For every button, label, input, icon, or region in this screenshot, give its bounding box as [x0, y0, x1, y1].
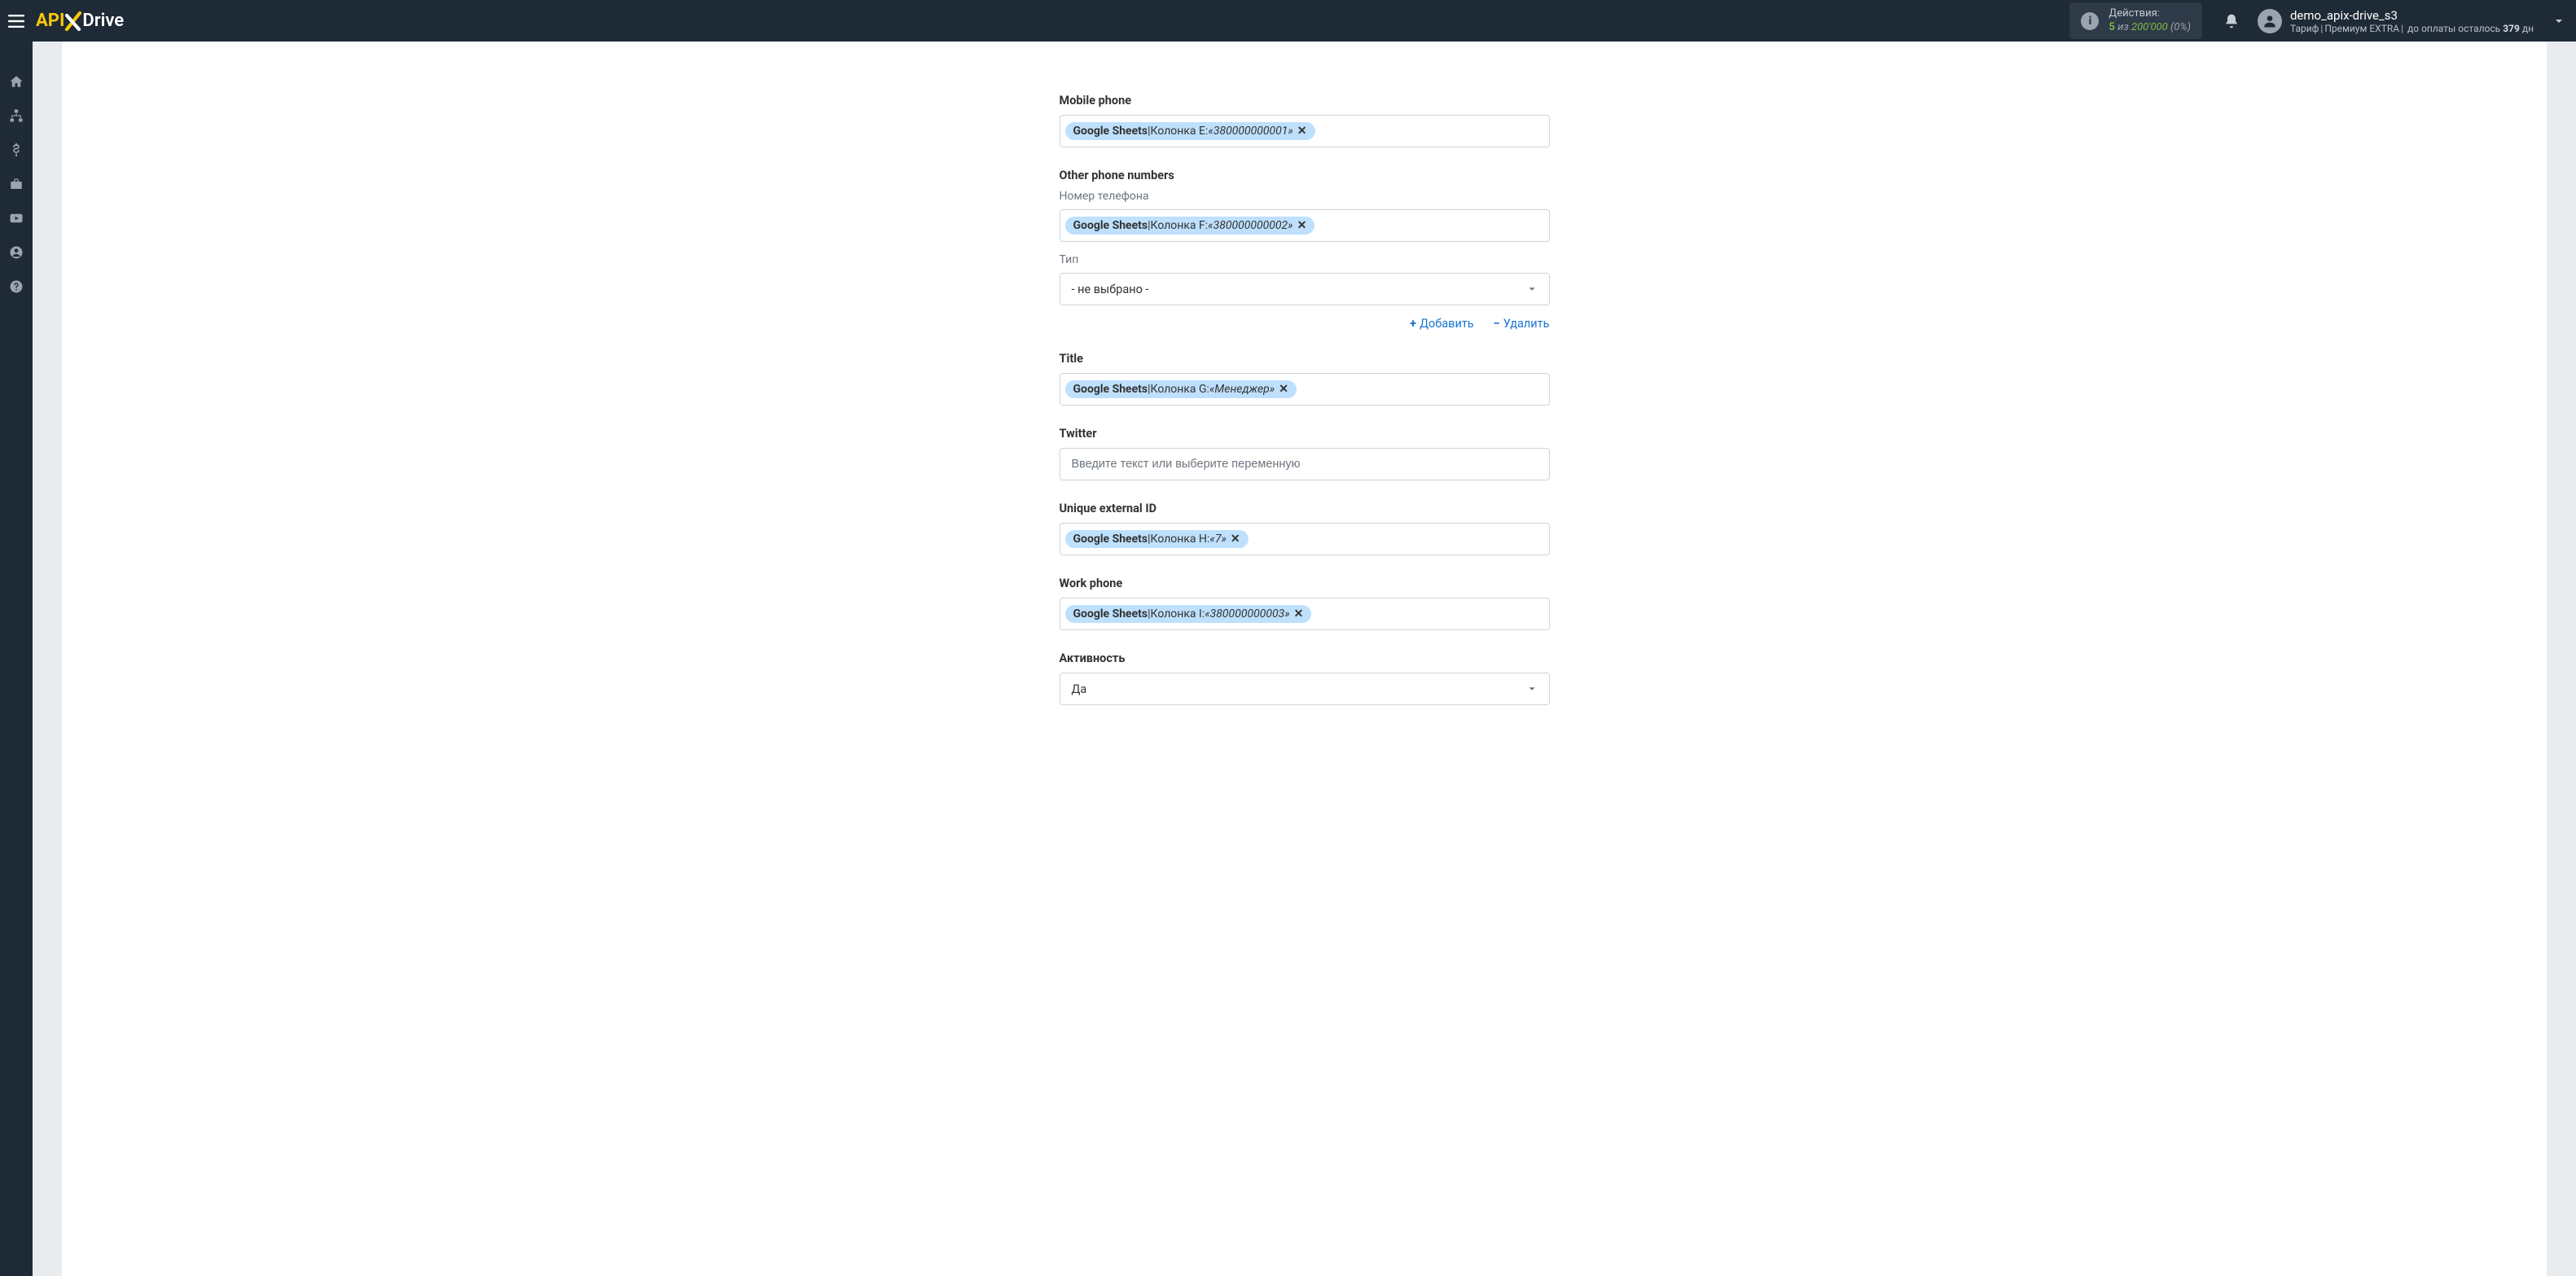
sidebar-item-video[interactable] — [0, 201, 33, 235]
variable-tag[interactable]: Google Sheets | Колонка I: «380000000003… — [1065, 605, 1312, 623]
chevron-down-icon — [1526, 683, 1538, 695]
app-header: API Drive i Действия: 5 из 200'000 (0%) … — [0, 0, 2576, 42]
notifications-button[interactable] — [2217, 13, 2246, 29]
actions-percent: (0%) — [2170, 21, 2191, 33]
field-title: Title Google Sheets | Колонка G: «Менедж… — [1060, 352, 1550, 406]
field-input[interactable]: Google Sheets | Колонка F: «380000000002… — [1060, 209, 1550, 242]
user-plan: Тариф|Премиум EXTRA| до оплаты осталось … — [2290, 23, 2534, 34]
add-button[interactable]: +Добавить — [1410, 317, 1474, 331]
user-menu-toggle[interactable] — [2542, 15, 2576, 28]
sidebar — [0, 42, 33, 1276]
actions-counter[interactable]: i Действия: 5 из 200'000 (0%) — [2069, 2, 2202, 39]
actions-label: Действия: — [2109, 7, 2191, 20]
hamburger-icon — [8, 15, 24, 28]
field-other-phone: Other phone numbers Номер телефона Googl… — [1060, 169, 1550, 331]
field-label: Активность — [1060, 651, 1550, 665]
select-value: Да — [1072, 682, 1087, 696]
activity-select[interactable]: Да — [1060, 673, 1550, 705]
dollar-icon — [9, 143, 24, 157]
field-label: Other phone numbers — [1060, 169, 1550, 182]
variable-tag[interactable]: Google Sheets | Колонка E: «380000000001… — [1065, 122, 1315, 140]
menu-button[interactable] — [0, 0, 33, 42]
remove-tag-icon[interactable]: ✕ — [1297, 219, 1307, 232]
field-sublabel: Тип — [1060, 253, 1550, 266]
logo[interactable]: API Drive — [36, 11, 124, 31]
chevron-down-icon — [2552, 15, 2565, 28]
variable-tag[interactable]: Google Sheets | Колонка G: «Менеджер»✕ — [1065, 380, 1297, 398]
variable-tag[interactable]: Google Sheets | Колонка H: «7»✕ — [1065, 530, 1249, 548]
select-value: - не выбрано - — [1072, 283, 1149, 296]
remove-tag-icon[interactable]: ✕ — [1231, 533, 1240, 546]
field-mobile-phone: Mobile phone Google Sheets | Колонка E: … — [1060, 94, 1550, 147]
sidebar-item-briefcase[interactable] — [0, 167, 33, 201]
field-input[interactable]: Google Sheets | Колонка I: «380000000003… — [1060, 598, 1550, 630]
field-input[interactable]: Google Sheets | Колонка E: «380000000001… — [1060, 115, 1550, 147]
type-select[interactable]: - не выбрано - — [1060, 273, 1550, 305]
chevron-down-icon — [1526, 283, 1538, 295]
field-input[interactable]: Google Sheets | Колонка H: «7»✕ — [1060, 523, 1550, 555]
remove-tag-icon[interactable]: ✕ — [1279, 383, 1288, 396]
bell-icon — [2223, 13, 2240, 29]
user-name: demo_apix-drive_s3 — [2290, 8, 2534, 23]
sidebar-item-connections[interactable] — [0, 99, 33, 133]
briefcase-icon — [9, 177, 24, 191]
field-label: Work phone — [1060, 577, 1550, 590]
home-icon — [9, 74, 24, 89]
remove-tag-icon[interactable]: ✕ — [1294, 607, 1304, 620]
variable-tag[interactable]: Google Sheets | Колонка F: «380000000002… — [1065, 217, 1315, 235]
user-icon — [9, 245, 24, 260]
field-external-id: Unique external ID Google Sheets | Колон… — [1060, 502, 1550, 555]
user-menu[interactable]: demo_apix-drive_s3 Тариф|Премиум EXTRA| … — [2258, 8, 2534, 34]
field-input[interactable] — [1060, 448, 1550, 480]
field-label: Title — [1060, 352, 1550, 366]
actions-total: 200'000 — [2131, 21, 2168, 33]
field-twitter: Twitter — [1060, 427, 1550, 480]
row-actions: +Добавить −Удалить — [1060, 317, 1550, 331]
field-activity: Активность Да — [1060, 651, 1550, 705]
field-input[interactable]: Google Sheets | Колонка G: «Менеджер»✕ — [1060, 373, 1550, 406]
sidebar-item-account[interactable] — [0, 235, 33, 270]
sitemap-icon — [9, 108, 24, 123]
remove-tag-icon[interactable]: ✕ — [1297, 125, 1307, 138]
mapping-form: Mobile phone Google Sheets | Колонка E: … — [1060, 42, 1550, 705]
field-label: Unique external ID — [1060, 502, 1550, 515]
field-label: Mobile phone — [1060, 94, 1550, 107]
sidebar-item-billing[interactable] — [0, 133, 33, 167]
info-icon: i — [2081, 12, 2099, 30]
avatar-icon — [2258, 9, 2282, 33]
field-label: Twitter — [1060, 427, 1550, 441]
logo-x-icon — [64, 11, 82, 31]
field-sublabel: Номер телефона — [1060, 190, 1550, 203]
delete-button[interactable]: −Удалить — [1494, 317, 1550, 331]
actions-used: 5 — [2109, 21, 2114, 33]
youtube-icon — [9, 211, 24, 226]
field-work-phone: Work phone Google Sheets | Колонка I: «3… — [1060, 577, 1550, 630]
sidebar-item-help[interactable] — [0, 270, 33, 304]
sidebar-item-home[interactable] — [0, 64, 33, 99]
help-icon — [9, 279, 24, 294]
